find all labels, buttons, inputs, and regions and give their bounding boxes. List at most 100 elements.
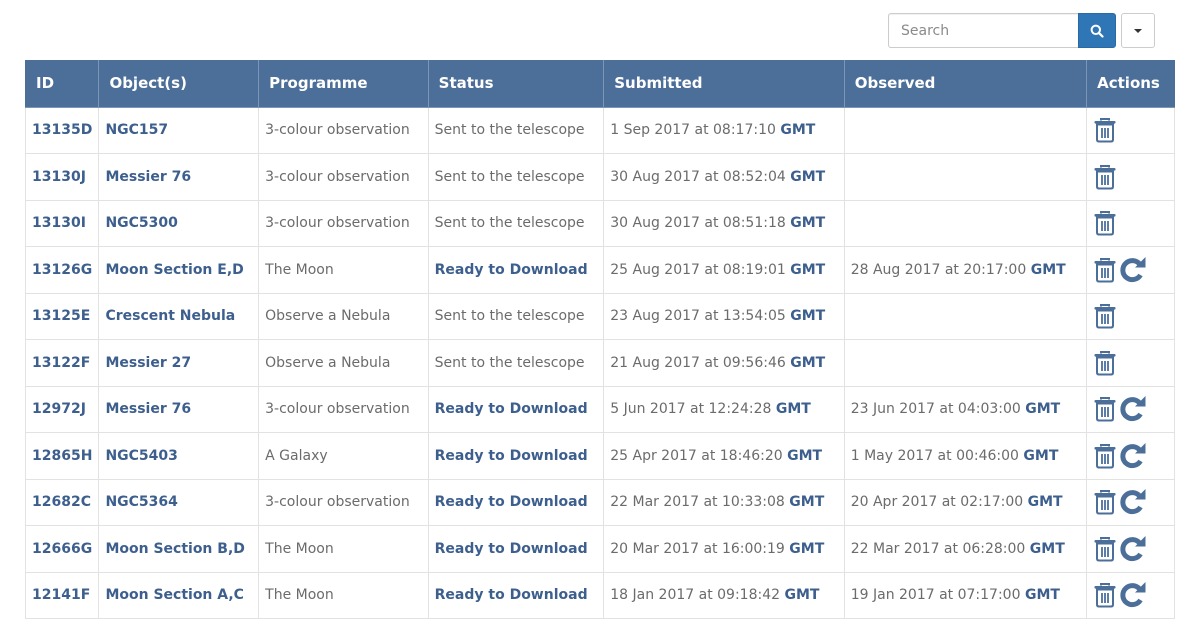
trash-icon[interactable]	[1093, 443, 1117, 469]
trash-icon[interactable]	[1093, 582, 1117, 608]
column-header-status[interactable]: Status	[427, 60, 605, 108]
trash-icon[interactable]	[1093, 489, 1117, 515]
row-actions	[1093, 396, 1168, 422]
object-link[interactable]: Moon Section A,C	[105, 587, 244, 603]
submitted-cell: 20 Mar 2017 at 16:00:19 GMT	[603, 525, 845, 573]
column-header-actions: Actions	[1086, 60, 1175, 108]
observed-cell: 22 Mar 2017 at 06:28:00 GMT	[843, 525, 1088, 573]
status-download-link[interactable]: Ready to Download	[435, 262, 588, 278]
redo-icon[interactable]	[1119, 582, 1147, 608]
observation-id-link[interactable]: 13125E	[32, 308, 90, 324]
submitted-date: 23 Aug 2017 at 13:54:05	[610, 308, 786, 325]
redo-icon[interactable]	[1119, 256, 1147, 283]
status-download-link[interactable]: Ready to Download	[435, 401, 588, 417]
object-link[interactable]: NGC5300	[105, 215, 177, 231]
observation-id-link[interactable]: 12972J	[32, 401, 86, 417]
trash-icon[interactable]	[1093, 257, 1117, 283]
status-download-link[interactable]: Ready to Download	[435, 448, 588, 464]
column-header-observed[interactable]: Observed	[843, 60, 1088, 108]
observed-cell	[843, 106, 1088, 154]
status-download-link[interactable]: Ready to Download	[435, 494, 588, 510]
object-link[interactable]: Crescent Nebula	[105, 308, 235, 324]
observed-cell: 28 Aug 2017 at 20:17:00 GMT	[843, 246, 1088, 294]
column-header-programme[interactable]: Programme	[258, 60, 429, 108]
object-link[interactable]: NGC5403	[105, 448, 177, 464]
redo-icon[interactable]	[1119, 442, 1147, 469]
submitted-cell: 22 Mar 2017 at 10:33:08 GMT	[603, 478, 845, 526]
trash-icon[interactable]	[1093, 350, 1117, 376]
columns-dropdown-button[interactable]	[1121, 13, 1155, 48]
table-row: 13135D NGC157 3-colour observation Sent …	[24, 106, 1175, 154]
column-header-id[interactable]: ID	[24, 60, 100, 108]
actions-cell	[1086, 478, 1175, 526]
observation-id-link[interactable]: 13130I	[32, 215, 86, 231]
redo-icon[interactable]	[1119, 535, 1147, 562]
observation-id-link[interactable]: 13135D	[32, 122, 92, 138]
submitted-date: 30 Aug 2017 at 08:51:18	[610, 215, 786, 232]
row-actions	[1093, 350, 1168, 376]
object-link[interactable]: NGC157	[105, 122, 168, 138]
observed-cell	[843, 199, 1088, 247]
object-link[interactable]: Moon Section B,D	[105, 541, 244, 557]
observation-id-link[interactable]: 12865H	[32, 448, 92, 464]
status-download-link[interactable]: Ready to Download	[435, 587, 588, 603]
programme-cell: 3-colour observation	[258, 199, 429, 247]
observation-id-link[interactable]: 13122F	[32, 355, 90, 371]
trash-icon[interactable]	[1093, 164, 1117, 190]
id-cell: 12972J	[24, 385, 100, 433]
table-row: 13122F Messier 27 Observe a Nebula Sent …	[24, 339, 1175, 387]
object-cell: Messier 76	[98, 385, 260, 433]
object-link[interactable]: Moon Section E,D	[105, 262, 243, 278]
id-cell: 12141F	[24, 571, 100, 619]
programme-text: 3-colour observation	[265, 494, 410, 511]
submitted-timezone: GMT	[784, 587, 820, 604]
actions-cell	[1086, 571, 1175, 619]
object-cell: Crescent Nebula	[98, 292, 260, 340]
trash-icon[interactable]	[1093, 210, 1117, 236]
column-header-objects[interactable]: Object(s)	[98, 60, 260, 108]
programme-cell: The Moon	[258, 525, 429, 573]
status-download-link[interactable]: Ready to Download	[435, 541, 588, 557]
submitted-cell: 21 Aug 2017 at 09:56:46 GMT	[603, 339, 845, 387]
programme-cell: A Galaxy	[258, 432, 429, 480]
trash-icon[interactable]	[1093, 117, 1117, 143]
search-button[interactable]	[1078, 13, 1116, 48]
trash-icon[interactable]	[1093, 303, 1117, 329]
status-text: Sent to the telescope	[434, 122, 585, 139]
observation-id-link[interactable]: 12141F	[32, 587, 90, 603]
observed-date: 22 Mar 2017 at 06:28:00	[850, 540, 1026, 557]
submitted-date: 20 Mar 2017 at 16:00:19	[610, 540, 785, 557]
table-toolbar	[888, 13, 1155, 48]
table-row: 12972J Messier 76 3-colour observation R…	[24, 385, 1175, 433]
actions-cell	[1086, 153, 1175, 201]
object-link[interactable]: Messier 76	[105, 401, 191, 417]
search-icon	[1090, 24, 1104, 38]
search-input[interactable]	[888, 13, 1078, 48]
observed-timezone: GMT	[1024, 587, 1060, 604]
observation-id-link[interactable]: 13130J	[32, 169, 86, 185]
object-link[interactable]: Messier 76	[105, 169, 191, 185]
programme-cell: Observe a Nebula	[258, 292, 429, 340]
observation-id-link[interactable]: 12682C	[32, 494, 91, 510]
programme-cell: 3-colour observation	[258, 106, 429, 154]
status-text: Sent to the telescope	[434, 215, 585, 232]
programme-text: Observe a Nebula	[265, 354, 391, 371]
redo-icon[interactable]	[1119, 396, 1147, 422]
observation-id-link[interactable]: 12666G	[32, 541, 92, 557]
trash-icon[interactable]	[1093, 536, 1117, 562]
table-row: 12865H NGC5403 A Galaxy Ready to Downloa…	[24, 432, 1175, 480]
object-link[interactable]: Messier 27	[105, 355, 191, 371]
status-cell: Sent to the telescope	[427, 106, 605, 154]
column-header-submitted[interactable]: Submitted	[603, 60, 845, 108]
submitted-timezone: GMT	[790, 168, 826, 185]
object-link[interactable]: NGC5364	[105, 494, 177, 510]
redo-icon[interactable]	[1119, 489, 1147, 515]
observed-timezone: GMT	[1030, 261, 1066, 278]
trash-icon[interactable]	[1093, 396, 1117, 422]
observed-timezone: GMT	[1025, 401, 1061, 418]
submitted-timezone: GMT	[790, 308, 826, 325]
id-cell: 12682C	[24, 478, 100, 526]
programme-cell: Observe a Nebula	[258, 339, 429, 387]
programme-text: Observe a Nebula	[265, 308, 391, 325]
observation-id-link[interactable]: 13126G	[32, 262, 92, 278]
